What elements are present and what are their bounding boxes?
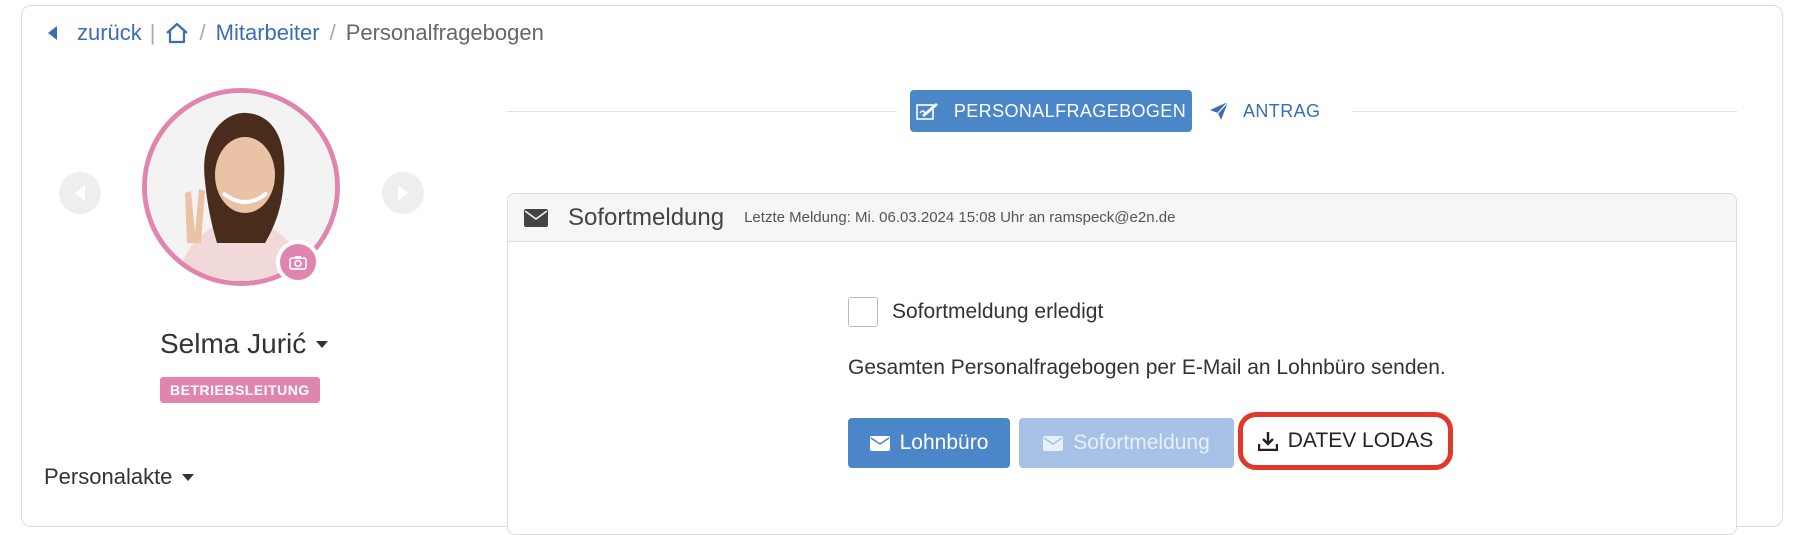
download-icon bbox=[1257, 432, 1278, 451]
employee-name-dropdown[interactable]: Selma Jurić bbox=[160, 328, 329, 360]
caret-down-icon bbox=[182, 473, 195, 481]
breadcrumb: zurück | / Mitarbeiter / Personalfragebo… bbox=[48, 18, 544, 48]
info-text: Gesamten Personalfragebogen per E-Mail a… bbox=[848, 356, 1446, 379]
card-header: Sofortmeldung Letzte Meldung: Mi. 06.03.… bbox=[508, 194, 1736, 242]
camera-icon bbox=[289, 255, 307, 270]
caret-right-icon bbox=[398, 185, 408, 201]
breadcrumb-separator: / bbox=[329, 20, 336, 45]
personalakte-label: Personalakte bbox=[44, 464, 173, 489]
tab-personalfragebogen-label: PERSONALFRAGEBOGEN bbox=[953, 100, 1187, 121]
envelope-icon bbox=[524, 208, 548, 227]
home-icon[interactable] bbox=[164, 22, 190, 44]
sofortmeldung-button[interactable]: Sofortmeldung bbox=[1019, 418, 1234, 468]
change-photo-button[interactable] bbox=[276, 240, 320, 284]
previous-employee-button[interactable] bbox=[59, 172, 101, 214]
breadcrumb-separator: | bbox=[149, 20, 156, 45]
card-title: Sofortmeldung bbox=[568, 203, 725, 231]
next-employee-button[interactable] bbox=[382, 172, 424, 214]
lohnbuero-label: Lohnbüro bbox=[899, 431, 989, 454]
checkbox-label: Sofortmeldung erledigt bbox=[892, 300, 1104, 323]
lohnbuero-button[interactable]: Lohnbüro bbox=[848, 418, 1010, 468]
breadcrumb-item-mitarbeiter[interactable]: Mitarbeiter bbox=[216, 20, 320, 46]
paper-plane-icon bbox=[1210, 101, 1229, 120]
caret-down-icon bbox=[316, 340, 329, 348]
envelope-icon bbox=[1043, 435, 1064, 451]
caret-left-icon bbox=[75, 185, 85, 201]
role-badge: BETRIEBSLEITUNG bbox=[160, 377, 320, 403]
datev-lodas-label: DATEV LODAS bbox=[1287, 429, 1434, 452]
caret-left-icon[interactable] bbox=[48, 26, 57, 40]
tab-personalfragebogen[interactable]: PERSONALFRAGEBOGEN bbox=[910, 90, 1192, 132]
employee-name: Selma Jurić bbox=[160, 328, 307, 359]
personalakte-dropdown[interactable]: Personalakte bbox=[44, 464, 195, 490]
tab-antrag[interactable]: ANTRAG bbox=[1209, 90, 1320, 132]
sofortmeldung-label: Sofortmeldung bbox=[1073, 431, 1210, 454]
sofortmeldung-done-row: Sofortmeldung erledigt bbox=[848, 297, 1103, 327]
last-report-text: Letzte Meldung: Mi. 06.03.2024 15:08 Uhr… bbox=[744, 209, 1176, 226]
breadcrumb-item-current: Personalfragebogen bbox=[345, 20, 544, 45]
sofortmeldung-done-checkbox[interactable] bbox=[848, 297, 878, 327]
signature-icon bbox=[916, 103, 938, 120]
tab-divider-left bbox=[507, 111, 897, 112]
envelope-icon bbox=[869, 435, 890, 451]
breadcrumb-separator: / bbox=[199, 20, 206, 45]
datev-lodas-button[interactable]: DATEV LODAS bbox=[1238, 412, 1453, 470]
tab-divider-right bbox=[1352, 111, 1737, 112]
back-link[interactable]: zurück bbox=[77, 20, 142, 46]
tab-antrag-label: ANTRAG bbox=[1243, 100, 1321, 121]
